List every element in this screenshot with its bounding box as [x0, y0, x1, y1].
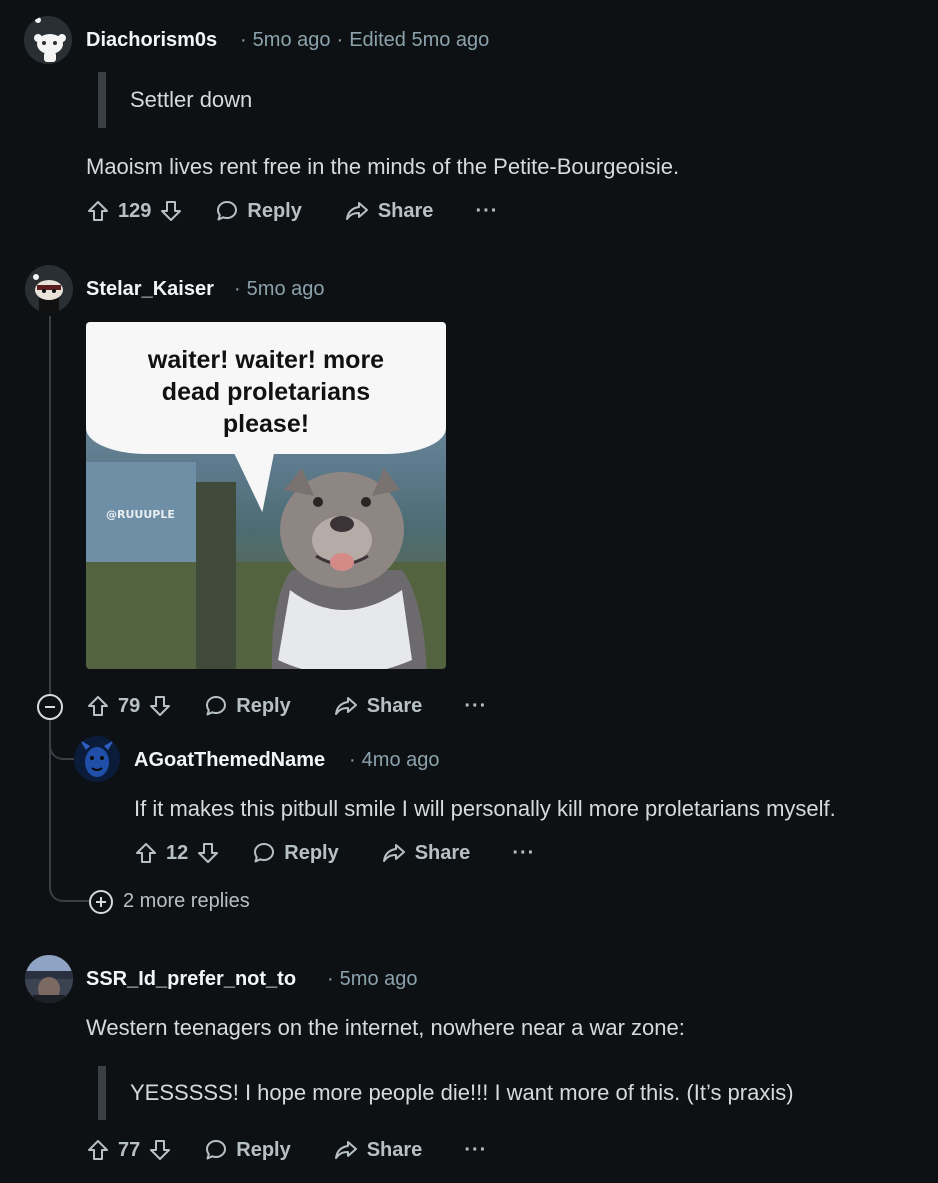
comment-bubble-icon [206, 1140, 227, 1160]
username[interactable]: SSR_Id_prefer_not_to [86, 968, 296, 991]
blockquote: YESSSSS! I hope more people die!!! I wan… [98, 1066, 794, 1120]
share-arrow-icon [334, 1141, 357, 1159]
comment-actions: 12 Reply Share ··· [134, 837, 535, 869]
upvote-button[interactable] [86, 199, 110, 223]
downvote-button[interactable] [159, 199, 183, 223]
avatar[interactable] [74, 736, 120, 782]
collapse-thread-button[interactable] [37, 694, 63, 720]
meme-caption: waiter! waiter! more dead proletarians p… [86, 344, 446, 440]
more-options-button[interactable]: ··· [464, 1139, 487, 1162]
comment-image[interactable]: waiter! waiter! more dead proletarians p… [86, 322, 446, 669]
vote-count: 79 [118, 694, 141, 717]
reply-label: Reply [284, 841, 339, 864]
upvote-icon [88, 1140, 108, 1160]
upvote-icon [136, 843, 156, 863]
reply-label: Reply [236, 1138, 291, 1161]
downvote-button[interactable] [196, 841, 220, 865]
downvote-icon [161, 201, 182, 221]
pitbull-image [272, 468, 427, 669]
user-photo-avatar-icon [25, 955, 73, 1003]
comment-bubble-icon [254, 843, 275, 863]
edited-label: Edited 5mo ago [349, 29, 490, 51]
expand-replies-icon[interactable] [89, 890, 113, 914]
vote-count: 12 [166, 841, 189, 864]
thread-connector [49, 870, 89, 902]
reply-label: Reply [247, 199, 302, 222]
comment-actions: 129 Reply Share ··· [86, 195, 498, 227]
caption-line: dead proletarians [161, 378, 371, 406]
reply-button[interactable]: Reply [204, 694, 291, 718]
downvote-icon [150, 1140, 171, 1160]
share-label: Share [366, 1138, 423, 1161]
share-arrow-icon [334, 697, 357, 715]
comment-bubble-icon [217, 201, 238, 221]
avatar[interactable] [24, 16, 72, 64]
share-button[interactable]: Share [333, 694, 423, 718]
caption-line: please! [222, 410, 310, 438]
comment-bubble-icon [206, 696, 227, 716]
comment-meta: · 5mo ago [234, 278, 325, 300]
share-button[interactable]: Share [381, 841, 471, 865]
more-replies-link[interactable]: 2 more replies [123, 890, 250, 913]
share-label: Share [414, 841, 471, 864]
vote-count: 129 [118, 199, 152, 222]
thread-line[interactable] [49, 316, 51, 694]
share-label: Share [377, 199, 434, 222]
comment-meta: · 4mo ago [349, 749, 440, 771]
username[interactable]: Stelar_Kaiser [86, 278, 214, 301]
image-background [196, 482, 236, 669]
snoo-avatar-icon [24, 16, 72, 64]
reply-label: Reply [236, 694, 291, 717]
share-arrow-icon [382, 844, 405, 862]
share-button[interactable]: Share [344, 199, 434, 223]
reply-button[interactable]: Reply [215, 199, 302, 223]
downvote-icon [150, 696, 171, 716]
upvote-button[interactable] [86, 694, 110, 718]
more-options-button[interactable]: ··· [512, 842, 535, 865]
timestamp: 5mo ago [246, 278, 325, 300]
comment-body: If it makes this pitbull smile I will pe… [134, 796, 836, 821]
comment-body: Western teenagers on the internet, nowhe… [86, 1015, 685, 1040]
comment-body: Maoism lives rent free in the minds of t… [86, 154, 680, 179]
reply-button[interactable]: Reply [252, 841, 339, 865]
more-options-button[interactable]: ··· [464, 695, 487, 718]
comment-meta: · 5mo ago [327, 968, 418, 990]
more-options-button[interactable]: ··· [475, 200, 498, 223]
username[interactable]: Diachorism0s [86, 29, 217, 52]
blockquote: Settler down [98, 72, 252, 128]
share-button[interactable]: Share [333, 1138, 423, 1162]
goat-avatar-icon [74, 736, 120, 782]
vote-count: 77 [118, 1138, 141, 1161]
comment-meta: · 5mo ago · Edited 5mo ago [240, 29, 490, 51]
downvote-button[interactable] [148, 694, 172, 718]
comment-actions: 79 Reply Share ··· [86, 690, 487, 722]
timestamp: 5mo ago [339, 968, 418, 990]
thread-connector [49, 720, 75, 760]
username[interactable]: AGoatThemedName [134, 749, 325, 772]
avatar[interactable] [25, 265, 73, 313]
image-watermark: @RUUUPLE [106, 508, 175, 521]
upvote-icon [88, 201, 108, 221]
upvote-button[interactable] [134, 841, 158, 865]
share-arrow-icon [345, 202, 368, 220]
avatar[interactable] [25, 955, 73, 1003]
upvote-button[interactable] [86, 1138, 110, 1162]
upvote-icon [88, 696, 108, 716]
timestamp: 4mo ago [361, 749, 440, 771]
caption-line: waiter! waiter! more [147, 346, 385, 374]
timestamp: 5mo ago [252, 29, 331, 51]
share-label: Share [366, 694, 423, 717]
snoo-avatar-icon [25, 265, 73, 313]
reply-button[interactable]: Reply [204, 1138, 291, 1162]
comment-actions: 77 Reply Share ··· [86, 1134, 487, 1166]
downvote-button[interactable] [148, 1138, 172, 1162]
downvote-icon [198, 843, 219, 863]
